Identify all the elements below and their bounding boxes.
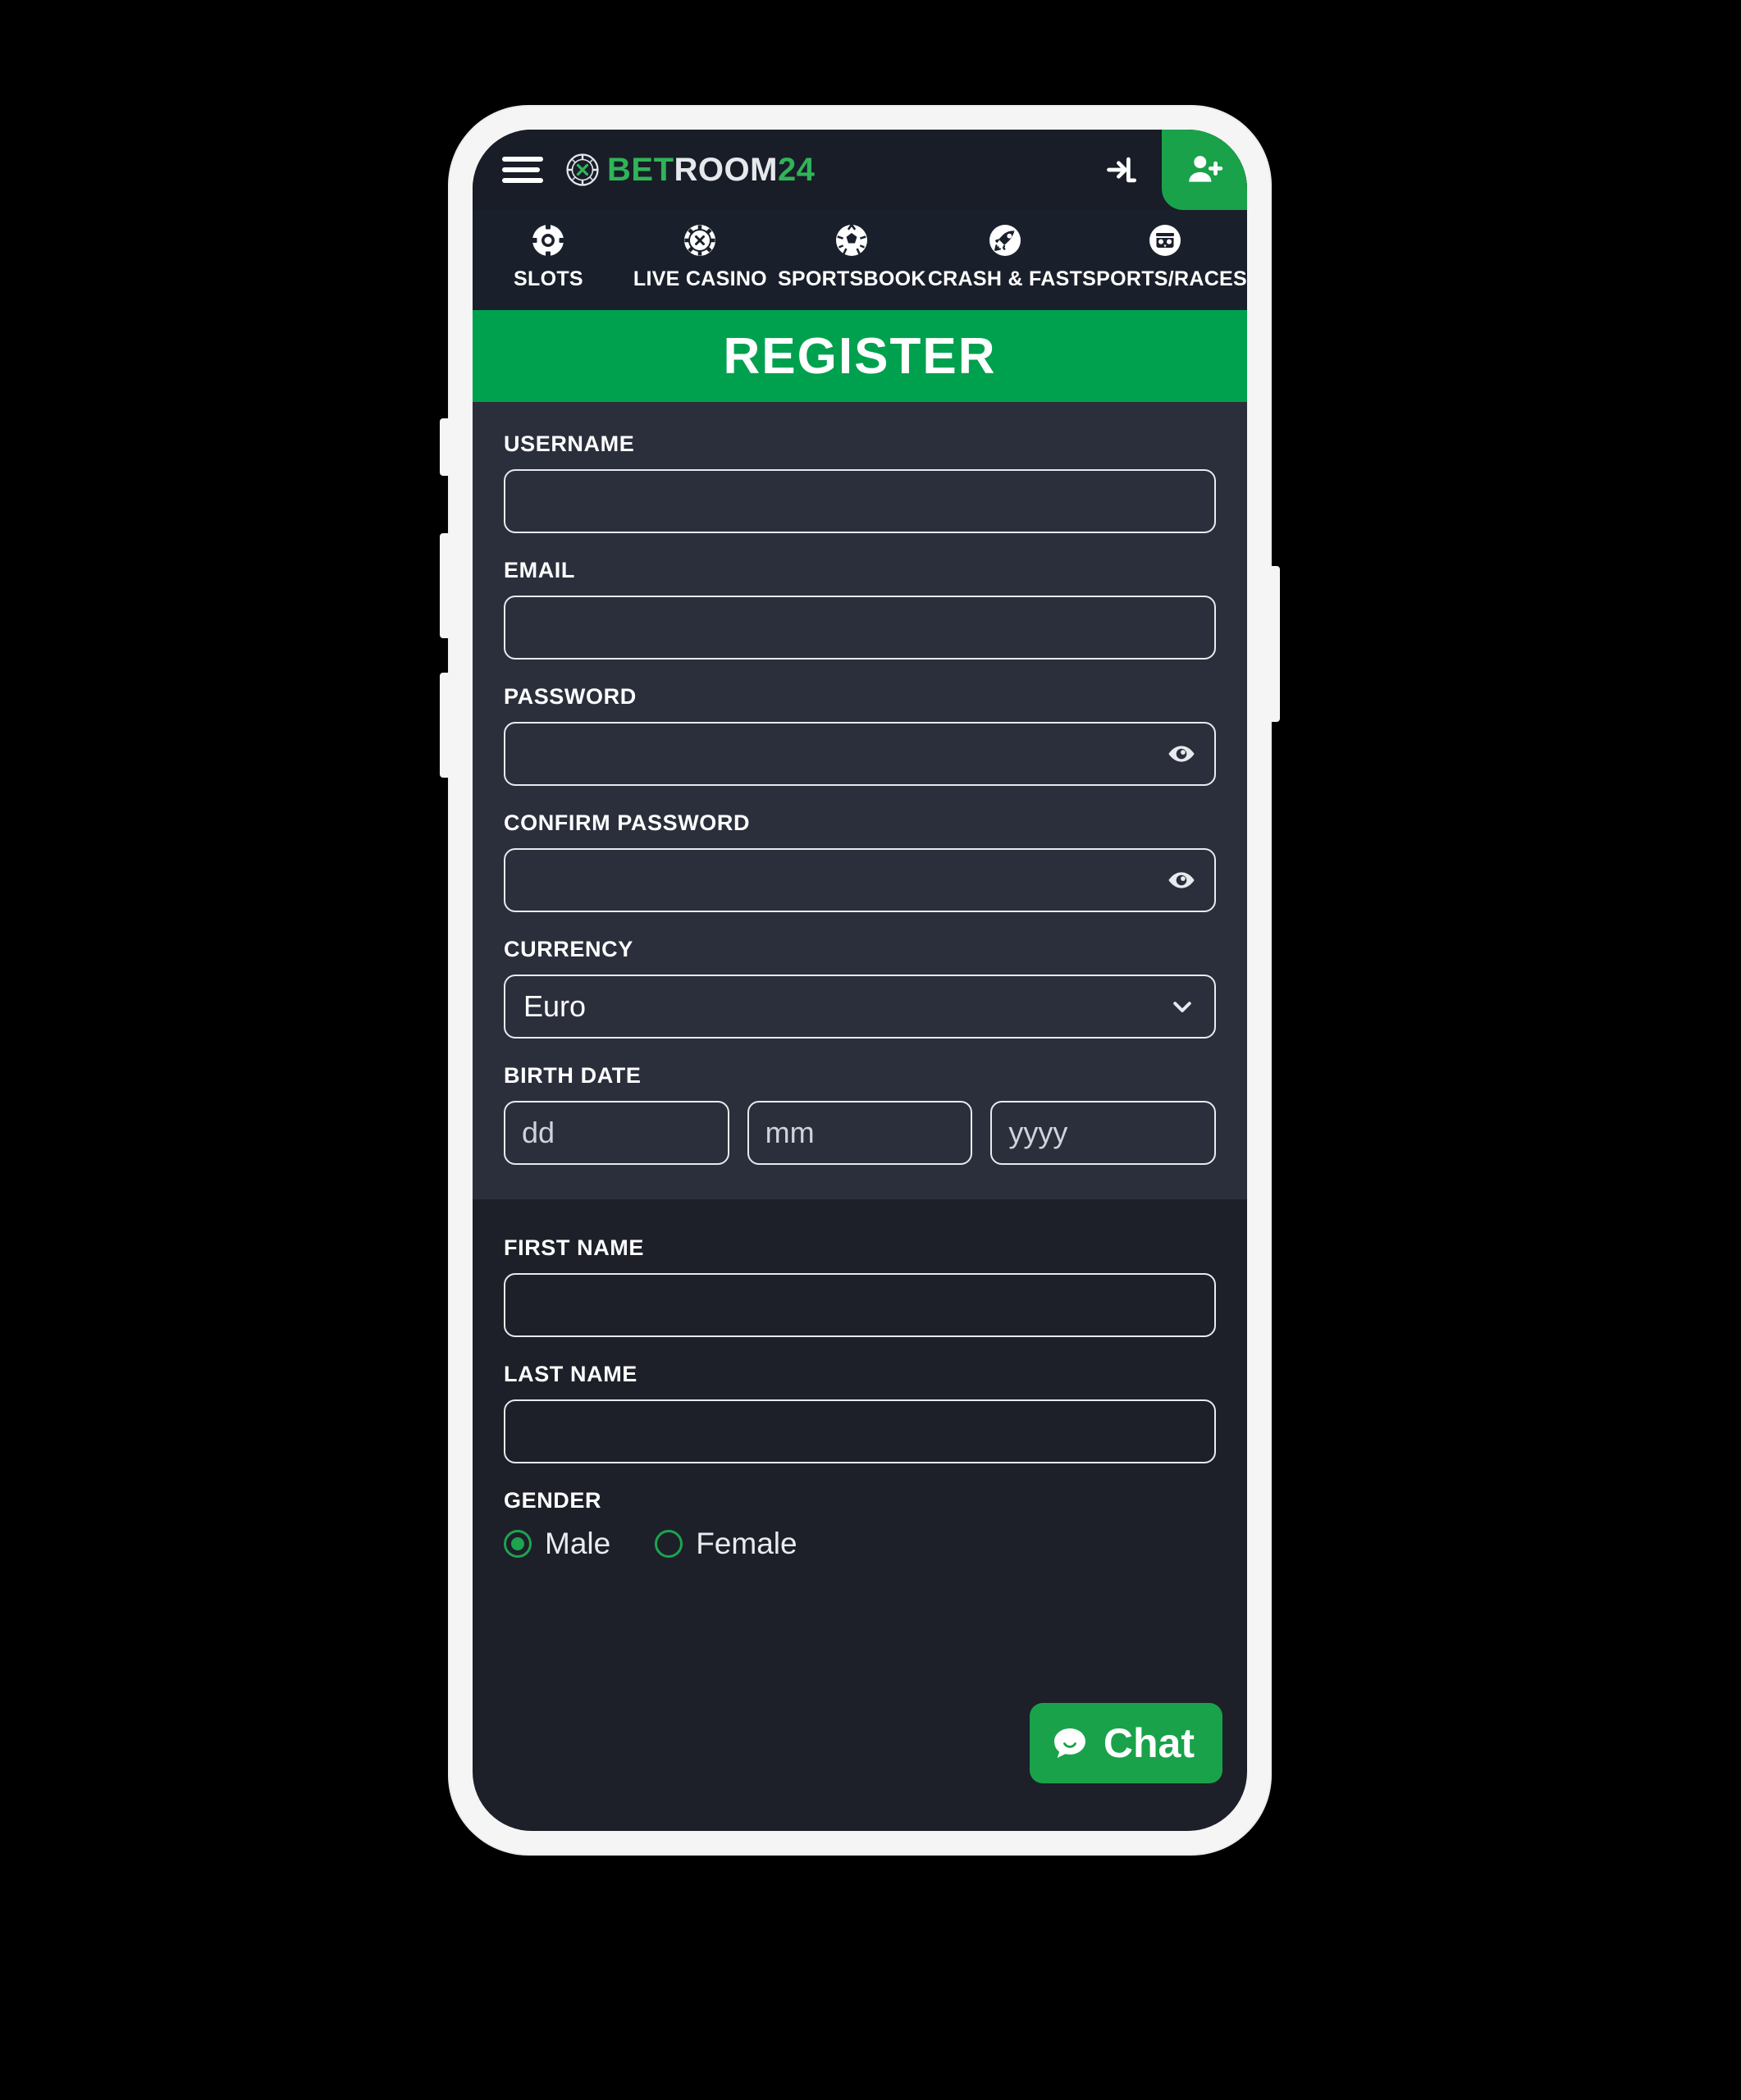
chevron-down-icon <box>1173 1002 1191 1012</box>
brand-logo[interactable]: BETROOM24 <box>566 153 815 186</box>
radio-dot-icon <box>504 1529 532 1558</box>
gender-label: GENDER <box>504 1488 602 1513</box>
gender-options: Male Female <box>504 1528 1216 1559</box>
field-password: PASSWORD <box>504 684 1216 786</box>
first-name-label: FIRST NAME <box>504 1235 644 1260</box>
nav-item-label: LIVE CASINO <box>633 267 767 290</box>
phone-screen: BETROOM24 SLOTS LIVE CASINO SPORTSBOOK C… <box>473 130 1247 1831</box>
birth-year-input[interactable]: yyyy <box>990 1101 1217 1165</box>
password-input[interactable] <box>504 722 1216 786</box>
username-label: USERNAME <box>504 431 635 456</box>
birth-date-label: BIRTH DATE <box>504 1063 642 1088</box>
virtual-races-icon <box>1146 221 1184 259</box>
category-nav: SLOTS LIVE CASINO SPORTSBOOK CRASH & FAS… <box>473 210 1247 310</box>
field-confirm-password: CONFIRM PASSWORD <box>504 810 1216 912</box>
nav-item-label: SPORTSBOOK <box>777 267 926 290</box>
birth-day-placeholder: dd <box>522 1116 555 1149</box>
casino-chip-icon <box>529 221 567 259</box>
radio-dot-icon <box>655 1529 683 1558</box>
nav-item-sports-races[interactable]: SPORTS/RACES <box>1082 221 1247 291</box>
field-first-name: FIRST NAME <box>504 1235 1216 1337</box>
birth-year-placeholder: yyyy <box>1008 1116 1068 1149</box>
nav-item-label: SPORTS/RACES <box>1082 267 1247 290</box>
header-actions <box>1083 130 1247 210</box>
confirm-password-label: CONFIRM PASSWORD <box>504 810 751 835</box>
nav-item-crash-and-fast[interactable]: CRASH & FAST <box>928 221 1082 291</box>
gender-option-label: Male <box>545 1527 611 1560</box>
last-name-label: LAST NAME <box>504 1362 637 1386</box>
field-email: EMAIL <box>504 558 1216 660</box>
gender-option-label: Female <box>696 1527 797 1560</box>
phone-device-frame: BETROOM24 SLOTS LIVE CASINO SPORTSBOOK C… <box>440 107 1280 1854</box>
email-label: EMAIL <box>504 558 575 582</box>
poker-chip-icon <box>681 221 719 259</box>
logo-24: 24 <box>777 152 816 188</box>
field-last-name: LAST NAME <box>504 1362 1216 1463</box>
hamburger-menu-icon[interactable] <box>502 153 543 186</box>
currency-selected-value: Euro <box>523 989 587 1023</box>
nav-item-label: CRASH & FAST <box>927 267 1083 290</box>
first-name-input[interactable] <box>504 1273 1216 1337</box>
currency-select[interactable]: Euro <box>504 975 1216 1039</box>
birth-month-input[interactable]: mm <box>747 1101 973 1165</box>
nav-item-label: SLOTS <box>514 267 583 290</box>
rocket-icon <box>986 221 1024 259</box>
currency-label: CURRENCY <box>504 937 633 961</box>
nav-item-sportsbook[interactable]: SPORTSBOOK <box>776 221 928 291</box>
logo-bet: BET <box>607 152 674 188</box>
casino-chip-icon <box>566 153 599 186</box>
nav-item-slots[interactable]: SLOTS <box>473 221 624 291</box>
eye-icon[interactable] <box>1167 865 1196 895</box>
eye-icon[interactable] <box>1167 739 1196 769</box>
person-add-icon <box>1189 156 1223 182</box>
gender-radio-female[interactable]: Female <box>655 1528 797 1559</box>
chat-bubble-icon <box>1053 1728 1085 1759</box>
chat-widget-button[interactable]: Chat <box>1029 1703 1222 1783</box>
confirm-password-input[interactable] <box>504 848 1216 912</box>
birth-month-placeholder: mm <box>765 1116 815 1149</box>
app-header: BETROOM24 <box>473 130 1247 210</box>
gender-radio-male[interactable]: Male <box>504 1528 610 1559</box>
page-title-banner: REGISTER <box>473 310 1247 402</box>
birth-date-inputs: dd mm yyyy <box>504 1101 1217 1165</box>
power-button[interactable] <box>1268 566 1280 722</box>
email-input[interactable] <box>504 596 1216 660</box>
chat-widget-label: Chat <box>1103 1720 1195 1766</box>
username-input[interactable] <box>504 469 1216 533</box>
field-username: USERNAME <box>504 431 1216 533</box>
silent-switch-button[interactable] <box>440 418 451 476</box>
field-birth-date: BIRTH DATE dd mm yyyy <box>504 1063 1217 1165</box>
register-form-section-account: USERNAME EMAIL PASSWORD CONFIRM PASSWORD… <box>473 402 1247 1199</box>
page-title: REGISTER <box>723 327 997 385</box>
brand-logo-text: BETROOM24 <box>607 153 815 186</box>
volume-up-button[interactable] <box>440 533 451 638</box>
password-label: PASSWORD <box>504 684 637 709</box>
birth-day-input[interactable]: dd <box>504 1101 729 1165</box>
register-button[interactable] <box>1162 130 1247 210</box>
login-button[interactable] <box>1083 130 1162 210</box>
nav-item-live-casino[interactable]: LIVE CASINO <box>624 221 776 291</box>
field-currency: CURRENCY Euro <box>504 937 1216 1039</box>
soccer-ball-icon <box>833 221 870 259</box>
volume-down-button[interactable] <box>440 673 451 778</box>
register-form-section-personal: FIRST NAME LAST NAME GENDER Male Female <box>473 1199 1247 1593</box>
field-gender: GENDER Male Female <box>504 1488 1216 1559</box>
login-arrow-icon <box>1107 157 1137 183</box>
last-name-input[interactable] <box>504 1399 1216 1463</box>
logo-room: ROOM <box>674 152 778 188</box>
